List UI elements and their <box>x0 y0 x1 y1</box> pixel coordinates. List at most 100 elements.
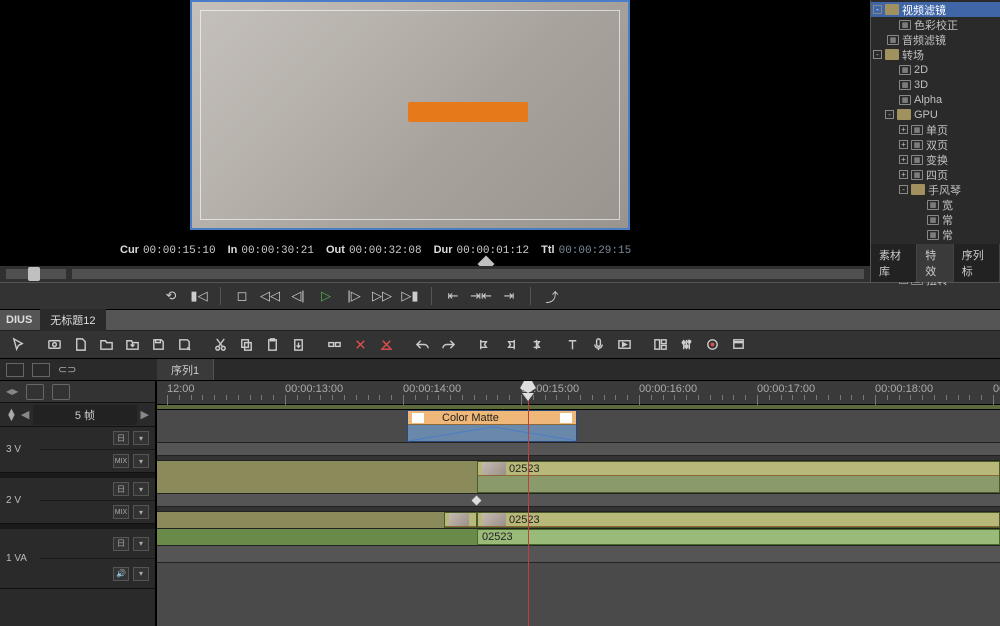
settings-button[interactable] <box>726 334 750 356</box>
tree-item[interactable]: ▦常 <box>871 227 1000 242</box>
ripple-delete-button[interactable] <box>374 334 398 356</box>
open-button[interactable] <box>94 334 118 356</box>
play-button[interactable]: ▷ <box>315 286 337 306</box>
layout-button[interactable] <box>648 334 672 356</box>
title-button[interactable] <box>560 334 584 356</box>
scrub-handle[interactable] <box>28 267 40 281</box>
clip-02523-v1[interactable]: 02523 <box>477 512 1000 528</box>
tree-item[interactable]: -视频滤镜 <box>871 2 1000 17</box>
expand-icon[interactable]: - <box>873 50 882 59</box>
transition-icon[interactable] <box>472 496 482 506</box>
cut-button[interactable] <box>208 334 232 356</box>
marker-out-button[interactable] <box>498 334 522 356</box>
stop-button[interactable]: ◻ <box>231 286 253 306</box>
ruler-tick: 00:00:19 <box>993 383 1000 395</box>
timeline-ruler[interactable]: 12:0000:00:13:0000:00:14:0000:00:15:0000… <box>157 381 1000 405</box>
vectorscope-button[interactable] <box>700 334 724 356</box>
clip-prev-thumb[interactable] <box>444 512 477 528</box>
scrub-bar[interactable] <box>0 266 870 282</box>
track-expand-icon[interactable]: ▾ <box>133 482 149 496</box>
expand-icon[interactable]: - <box>885 110 894 119</box>
tree-item[interactable]: +▦四页 <box>871 167 1000 182</box>
sequence-tab[interactable]: 序列1 <box>157 359 214 380</box>
tab-effects[interactable]: 特效 <box>917 244 954 282</box>
track-header-3v[interactable]: 3 V 日▾ MIX▾ <box>0 427 155 473</box>
clip-02523-v2[interactable]: 02523 <box>477 461 1000 493</box>
track-patch-icon[interactable]: 日 <box>113 482 129 496</box>
step-back-button[interactable]: ◁| <box>287 286 309 306</box>
tree-item[interactable]: -转场 <box>871 47 1000 62</box>
tree-item[interactable]: ▦色彩校正 <box>871 17 1000 32</box>
frame-step-arrows[interactable]: ▲▼ <box>6 409 17 421</box>
step-fwd-button[interactable]: |▷ <box>343 286 365 306</box>
panel-tabs[interactable]: 素材库 特效 序列标 <box>871 244 1000 282</box>
paste-insert-button[interactable] <box>286 334 310 356</box>
tree-item[interactable]: +▦单页 <box>871 122 1000 137</box>
paste-button[interactable] <box>260 334 284 356</box>
render-button[interactable] <box>612 334 636 356</box>
tree-item[interactable]: ▦音频滤镜 <box>871 32 1000 47</box>
tree-item[interactable]: ▦2D <box>871 62 1000 77</box>
tree-item[interactable]: -手风琴 <box>871 182 1000 197</box>
speaker-icon[interactable]: 🔊 <box>113 567 129 581</box>
set-in-button[interactable]: ⇤ <box>442 286 464 306</box>
tree-item[interactable]: ▦宽 <box>871 197 1000 212</box>
goto-out-button[interactable]: ⇥⇤ <box>470 286 492 306</box>
track-header-1va[interactable]: 1 VA 日▾ 🔊▾ <box>0 529 155 589</box>
expand-icon[interactable]: + <box>899 140 908 149</box>
link-icon[interactable]: ⊂⊃ <box>58 363 76 376</box>
track-mute-icon[interactable]: ▾ <box>133 454 149 468</box>
track-mute-icon[interactable]: ▾ <box>133 505 149 519</box>
timeline[interactable]: 12:0000:00:13:0000:00:14:0000:00:15:0000… <box>157 381 1000 626</box>
track-expand-icon[interactable]: ▾ <box>133 567 149 581</box>
copy-button[interactable] <box>234 334 258 356</box>
playhead[interactable] <box>528 381 529 626</box>
expand-icon[interactable]: + <box>899 125 908 134</box>
next-edit-button[interactable]: ▷▮ <box>399 286 421 306</box>
clip-color-matte[interactable]: Color Matte <box>407 410 577 442</box>
import-button[interactable] <box>120 334 144 356</box>
export-button[interactable]: ⤴ <box>541 286 563 306</box>
tree-item[interactable]: -GPU <box>871 107 1000 122</box>
track-tool-a-icon[interactable] <box>6 363 24 377</box>
tree-item[interactable]: +▦双页 <box>871 137 1000 152</box>
marker-button[interactable] <box>524 334 548 356</box>
expand-icon[interactable]: - <box>873 5 882 14</box>
tree-item[interactable]: ▦Alpha <box>871 92 1000 107</box>
new-button[interactable] <box>68 334 92 356</box>
voiceover-button[interactable] <box>586 334 610 356</box>
marker-in-button[interactable] <box>472 334 496 356</box>
mixer-button[interactable] <box>674 334 698 356</box>
save-as-button[interactable] <box>172 334 196 356</box>
track-mode-b-icon[interactable] <box>52 384 70 400</box>
expand-icon[interactable]: - <box>899 185 908 194</box>
track-expand-icon[interactable]: ▾ <box>133 537 149 551</box>
ffwd-button[interactable]: ▷▷ <box>371 286 393 306</box>
tab-library[interactable]: 素材库 <box>871 244 917 282</box>
pointer-tool-button[interactable] <box>6 334 30 356</box>
loop-button[interactable]: ⟲ <box>160 286 182 306</box>
tree-item[interactable]: +▦变换 <box>871 152 1000 167</box>
track-mode-a-icon[interactable] <box>26 384 44 400</box>
ripple-button[interactable] <box>322 334 346 356</box>
track-expand-icon[interactable]: ▾ <box>133 431 149 445</box>
rewind-button[interactable]: ◁◁ <box>259 286 281 306</box>
clip-02523-audio[interactable]: 02523 <box>477 529 1000 545</box>
tab-seq-markers[interactable]: 序列标 <box>954 244 1000 282</box>
undo-button[interactable] <box>410 334 434 356</box>
save-button[interactable] <box>146 334 170 356</box>
track-patch-icon[interactable]: 日 <box>113 537 129 551</box>
delete-button[interactable] <box>348 334 372 356</box>
track-patch-icon[interactable]: 日 <box>113 431 129 445</box>
track-header-2v[interactable]: 2 V 日▾ MIX▾ <box>0 478 155 524</box>
prev-edit-button[interactable]: ▮◁ <box>188 286 210 306</box>
frame-count[interactable]: 5 帧 <box>33 405 136 425</box>
redo-button[interactable] <box>436 334 460 356</box>
capture-button[interactable] <box>42 334 66 356</box>
track-tool-b-icon[interactable] <box>32 363 50 377</box>
expand-icon[interactable]: + <box>899 170 908 179</box>
expand-icon[interactable]: + <box>899 155 908 164</box>
tree-item[interactable]: ▦常 <box>871 212 1000 227</box>
tree-item[interactable]: ▦3D <box>871 77 1000 92</box>
set-out-button[interactable]: ⇥ <box>498 286 520 306</box>
